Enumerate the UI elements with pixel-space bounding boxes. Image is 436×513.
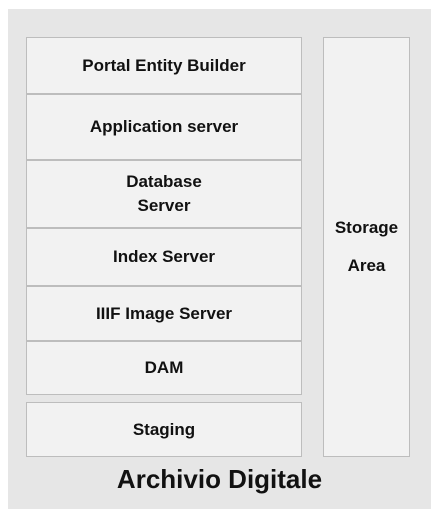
layer-index-server: Index Server xyxy=(26,228,302,286)
layer-database-server: Database Server xyxy=(26,160,302,228)
layer-staging: Staging xyxy=(26,402,302,457)
layer-application-server: Application server xyxy=(26,94,302,160)
storage-area-block: Storage Area xyxy=(323,37,410,457)
layer-dam: DAM xyxy=(26,341,302,395)
layer-portal-entity-builder: Portal Entity Builder xyxy=(26,37,302,94)
diagram-caption: Archivio Digitale xyxy=(116,464,323,494)
layer-iiif-image-server: IIIF Image Server xyxy=(26,286,302,341)
